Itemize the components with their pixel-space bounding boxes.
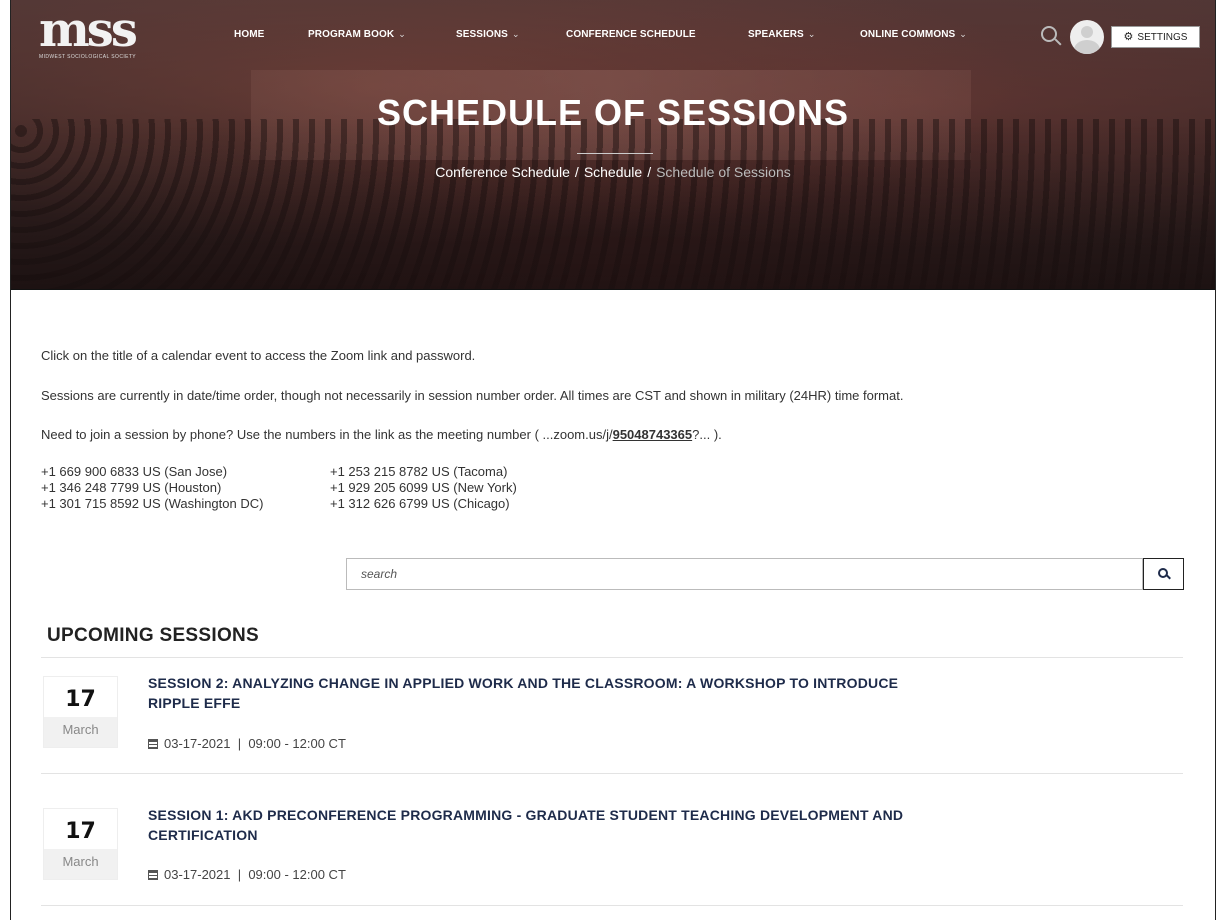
breadcrumb-current: Schedule of Sessions (656, 164, 791, 180)
event-datetime: 03-17-2021 | 09:00 - 12:00 CT (148, 867, 346, 882)
event-month: March (44, 717, 117, 747)
search-icon[interactable] (1041, 26, 1057, 42)
title-divider (577, 153, 653, 154)
logo-mark: mss (39, 2, 138, 58)
page-title: SCHEDULE OF SESSIONS (376, 92, 850, 133)
event-day: 17 (65, 687, 96, 712)
nav-conference-schedule[interactable]: CONFERENCE SCHEDULE (566, 29, 696, 40)
settings-label: SETTINGS (1137, 31, 1188, 43)
chevron-down-icon: ⌄ (807, 29, 816, 39)
event-title-link[interactable]: SESSION 1: AKD PRECONFERENCE PROGRAMMING… (148, 805, 1068, 845)
search-button[interactable] (1143, 558, 1184, 590)
phone-number: +1 301 715 8592 US (Washington DC) (41, 496, 264, 511)
phone-number: +1 669 900 6833 US (San Jose) (41, 464, 228, 479)
chevron-down-icon: ⌄ (398, 29, 406, 39)
phone-column-left: +1 669 900 6833 US (San Jose) +1 346 248… (41, 464, 263, 512)
event-day: 17 (65, 819, 96, 844)
browser-viewport: mss MIDWEST SOCIOLOGICAL SOCIETY HOME PR… (10, 0, 1216, 920)
hero-banner: mss MIDWEST SOCIOLOGICAL SOCIETY HOME PR… (11, 0, 1215, 290)
event-divider (41, 773, 1183, 774)
event-datetime: 03-17-2021 | 09:00 - 12:00 CT (148, 736, 346, 751)
search-icon (1157, 568, 1168, 578)
gear-icon: ⚙ (1123, 30, 1134, 43)
nav-speakers[interactable]: SPEAKERS ⌄ (748, 29, 815, 40)
zoom-link[interactable]: ...zoom.us/j/95048743365?... (543, 427, 711, 442)
settings-button[interactable]: ⚙ SETTINGS (1111, 26, 1200, 48)
event-month: March (44, 849, 117, 879)
nav-program-book[interactable]: PROGRAM BOOK ⌄ (308, 29, 406, 40)
user-avatar[interactable] (1070, 20, 1104, 54)
search-input[interactable] (346, 558, 1143, 590)
intro-line-2: Sessions are currently in date/time orde… (41, 388, 904, 403)
upcoming-sessions-heading: UPCOMING SESSIONS (47, 625, 260, 646)
intro-line-1: Click on the title of a calendar event t… (41, 348, 476, 363)
session-search (346, 558, 1184, 590)
nav-online-commons[interactable]: ONLINE COMMONS ⌄ (860, 29, 967, 40)
logo-subtext: MIDWEST SOCIOLOGICAL SOCIETY (39, 54, 137, 60)
event-divider (41, 905, 1183, 906)
site-logo[interactable]: mss MIDWEST SOCIOLOGICAL SOCIETY (39, 2, 151, 62)
phone-number: +1 346 248 7799 US (Houston) (41, 480, 222, 495)
chevron-down-icon: ⌄ (959, 29, 967, 39)
phone-number: +1 312 626 6799 US (Chicago) (330, 496, 510, 511)
phone-column-right: +1 253 215 8782 US (Tacoma) +1 929 205 6… (330, 464, 517, 512)
phone-number: +1 253 215 8782 US (Tacoma) (330, 464, 508, 479)
phone-number: +1 929 205 6099 US (New York) (330, 480, 517, 495)
event-date-badge: 17 March (44, 809, 117, 879)
nav-home[interactable]: HOME (234, 29, 264, 40)
calendar-icon (148, 870, 158, 880)
breadcrumb-conference-schedule[interactable]: Conference Schedule (435, 164, 570, 180)
event-date-badge: 17 March (44, 677, 117, 747)
chevron-down-icon: ⌄ (511, 29, 520, 39)
section-divider (41, 657, 1183, 658)
event-title-link[interactable]: SESSION 2: ANALYZING CHANGE IN APPLIED W… (148, 673, 1068, 713)
breadcrumb-schedule[interactable]: Schedule (584, 164, 642, 180)
nav-sessions[interactable]: SESSIONS ⌄ (456, 29, 520, 40)
breadcrumb: Conference Schedule / Schedule / Schedule of… (435, 164, 791, 180)
intro-line-3: Need to join a session by phone? Use the… (41, 427, 722, 442)
calendar-icon (148, 739, 158, 749)
